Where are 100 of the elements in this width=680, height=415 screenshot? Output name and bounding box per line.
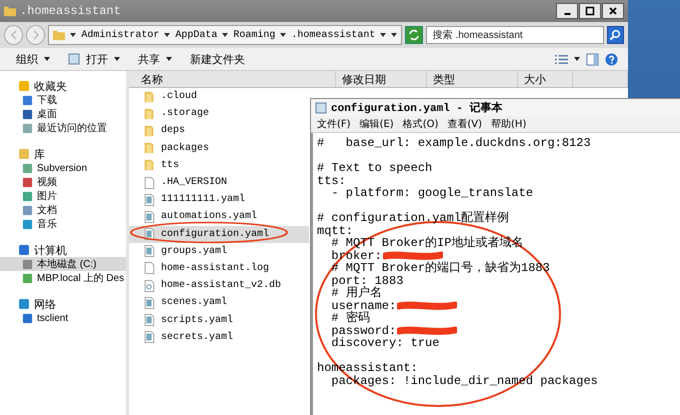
code-line: # 用户名 (330, 287, 382, 300)
nav-item[interactable]: 文档 (0, 203, 126, 217)
caret-icon (280, 32, 286, 38)
close-button[interactable] (602, 3, 624, 19)
dropdown-icon[interactable] (391, 32, 398, 38)
file-icon (143, 262, 155, 274)
file-row[interactable]: packages (129, 140, 218, 157)
nav-item[interactable]: 视频 (0, 175, 126, 189)
column-header[interactable]: 修改日期 (336, 71, 427, 87)
column-header[interactable]: 名称 (129, 71, 336, 87)
code-line: tts: (317, 174, 346, 187)
folder-icon (143, 90, 155, 103)
file-row[interactable]: automations.yaml (129, 208, 266, 226)
refresh-icon (408, 29, 420, 41)
menu-item[interactable]: 编辑(E) (360, 117, 394, 131)
code-line: mqtt: (317, 224, 354, 237)
help-icon[interactable] (605, 52, 618, 66)
file-name: .storage (161, 108, 210, 120)
search-icon (609, 29, 622, 41)
address-bar[interactable]: Administrator AppData Roaming .homeassistant (48, 25, 402, 45)
file-name: home-assistant.log (161, 262, 270, 274)
menu-item[interactable]: 帮助(H) (491, 117, 526, 131)
file-row[interactable]: .storage (129, 105, 218, 122)
file-row[interactable]: deps (129, 122, 194, 140)
file-icon (143, 228, 155, 240)
file-name: scenes.yaml (161, 297, 228, 308)
preview-pane-icon[interactable] (586, 52, 599, 66)
file-row[interactable]: .cloud (129, 88, 206, 106)
file-row[interactable]: groups.yaml (129, 242, 236, 260)
code-line: password: (330, 324, 396, 337)
file-row[interactable]: tts (129, 156, 188, 174)
nav-item[interactable]: 下载 (0, 93, 126, 107)
column-header[interactable]: 类型 (427, 71, 518, 87)
nav-item[interactable]: 图片 (0, 189, 126, 203)
file-icon (143, 194, 155, 206)
nav-item[interactable]: 最近访问的位置 (0, 121, 126, 135)
minimize-button[interactable] (556, 3, 578, 19)
file-name: automations.yaml (161, 211, 258, 222)
caret-icon (380, 32, 386, 38)
code-line: port: 1883 (330, 274, 404, 287)
file-name: .HA_VERSION (161, 177, 228, 188)
code-line: # configuration.yaml配置样例 (317, 212, 510, 224)
file-name: tts (161, 160, 180, 171)
view-options-icon[interactable] (555, 52, 568, 66)
nav-group[interactable]: 库 (0, 147, 126, 161)
toolbar-button[interactable]: 新建文件夹 (184, 50, 251, 68)
breadcrumb[interactable]: AppData (175, 30, 218, 40)
nav-group[interactable]: 计算机 (0, 243, 126, 257)
toolbar-button[interactable]: 组织 (10, 50, 56, 68)
search-field[interactable]: 搜索 .homeassistant (426, 26, 604, 44)
file-row[interactable]: scenes.yaml (129, 294, 236, 312)
nav-group[interactable]: 网络 (0, 297, 126, 311)
file-row[interactable]: configuration.yaml (129, 226, 309, 243)
file-row[interactable]: secrets.yaml (129, 328, 242, 346)
dropdown-icon[interactable] (574, 56, 580, 62)
folder-icon (143, 124, 155, 137)
file-icon (143, 176, 155, 189)
code-line: # 密码 (330, 312, 370, 324)
toolbar-button[interactable]: 打开 (62, 50, 126, 68)
file-row[interactable]: 111111111.yaml (129, 191, 254, 208)
file-row[interactable]: home-assistant.log (129, 260, 278, 278)
code-line: discovery: true (330, 337, 440, 350)
toolbar-button[interactable]: 共享 (132, 50, 178, 68)
nav-item[interactable]: 本地磁盘 (C:) (0, 257, 126, 271)
nav-group[interactable]: 收藏夹 (0, 79, 126, 93)
file-row[interactable]: home-assistant_v2.db (129, 277, 290, 294)
minimize-icon (564, 13, 570, 15)
file-name: secrets.yaml (161, 332, 234, 343)
file-row[interactable]: scripts.yaml (129, 311, 242, 329)
nav-item[interactable]: 桌面 (0, 107, 126, 121)
file-icon (143, 296, 155, 309)
file-icon (143, 314, 155, 326)
window-title: .homeassistant (20, 4, 122, 18)
nav-item[interactable]: tsclient (0, 311, 126, 325)
caret-icon (222, 32, 228, 38)
file-icon (143, 331, 155, 344)
nav-item[interactable]: Subversion (0, 161, 126, 175)
file-name: configuration.yaml (161, 228, 270, 240)
folder-icon (143, 142, 155, 154)
nav-item[interactable]: 音乐 (0, 217, 126, 231)
folder-icon (143, 159, 155, 172)
caret-icon (164, 32, 170, 38)
file-name: .cloud (161, 91, 198, 102)
search-button[interactable] (606, 26, 624, 44)
menu-item[interactable]: 查看(V) (447, 117, 482, 131)
nav-item[interactable]: MBP.local 上的 Des (0, 271, 126, 285)
file-name: groups.yaml (161, 246, 228, 257)
file-name: home-assistant_v2.db (161, 280, 282, 292)
refresh-button[interactable] (405, 26, 423, 44)
menu-item[interactable]: 格式(O) (402, 117, 438, 131)
breadcrumb[interactable]: Roaming (233, 30, 276, 40)
notepad-icon (315, 102, 327, 114)
menu-item[interactable]: 文件(F) (317, 117, 351, 131)
breadcrumb[interactable]: .homeassistant (291, 30, 376, 40)
column-header[interactable]: 大小 (518, 71, 573, 87)
breadcrumb[interactable]: Administrator (81, 30, 160, 40)
file-row[interactable]: .HA_VERSION (129, 174, 236, 192)
code-line: # base_url: example.duckdns.org:8123 (317, 137, 591, 150)
file-icon (143, 210, 155, 223)
maximize-button[interactable] (579, 3, 601, 19)
